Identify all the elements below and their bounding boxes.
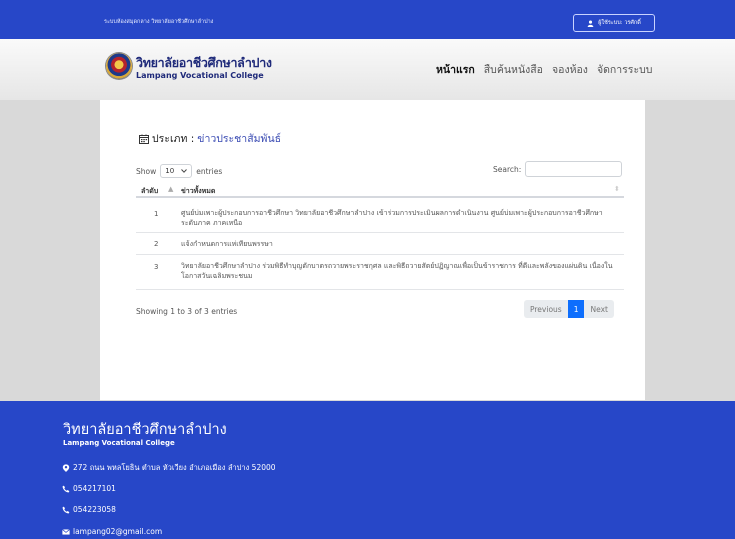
phone-icon — [62, 506, 70, 513]
row-number: 3 — [154, 263, 159, 271]
news-link[interactable]: ศูนย์บ่มเพาะผู้ประกอบการอาชีวศึกษา วิทยา… — [181, 208, 621, 228]
table-row: 1 ศูนย์บ่มเพาะผู้ประกอบการอาชีวศึกษา วิท… — [136, 204, 624, 233]
sort-icon[interactable]: ⬍ — [614, 185, 620, 193]
user-label: ผู้ใช้ระบบ: วรศักดิ์ — [598, 20, 641, 26]
show-label: Show — [136, 166, 157, 176]
row-number: 1 — [154, 210, 159, 218]
table-row: 3 วิทยาลัยอาชีวศึกษาลำปาง ร่วมพิธีทำบุญต… — [136, 255, 624, 290]
next-button[interactable]: Next — [584, 300, 614, 318]
category-label: ประเภท : — [152, 133, 195, 145]
footer-phone-2: 054223058 — [62, 505, 116, 514]
footer-email: lampang02@gmail.com — [62, 527, 162, 536]
table-info: Showing 1 to 3 of 3 entries — [136, 307, 238, 316]
news-link[interactable]: แจ้งกำหนดการแห่เทียนพรรษา — [181, 239, 621, 249]
pagination: Previous 1 Next — [524, 300, 614, 318]
envelope-icon — [62, 528, 70, 535]
row-number: 2 — [154, 240, 159, 248]
brand-name-english[interactable]: Lampang Vocational College — [136, 71, 264, 80]
page-1-button[interactable]: 1 — [567, 300, 585, 318]
news-card: ประเภท : ข่าวประชาสัมพันธ์ Show 10 entri… — [100, 100, 645, 400]
user-button[interactable]: ผู้ใช้ระบบ: วรศักดิ์ — [573, 14, 655, 32]
previous-button[interactable]: Previous — [524, 300, 568, 318]
table-row: 2 แจ้งกำหนดการแห่เทียนพรรษา — [136, 233, 624, 255]
page-title: ประเภท : ข่าวประชาสัมพันธ์ — [139, 130, 281, 147]
nav-home[interactable]: หน้าแรก — [436, 61, 475, 78]
footer-phone-1: 054217101 — [62, 484, 116, 493]
calendar-icon — [139, 134, 149, 144]
footer: วิทยาลัยอาชีวศึกษาลำปาง Lampang Vocation… — [0, 401, 735, 539]
column-header-news[interactable]: ข่าวทั้งหมด — [181, 186, 215, 197]
footer-subtitle: Lampang Vocational College — [63, 439, 175, 447]
chevron-down-icon — [181, 169, 188, 173]
search-control: Search: — [493, 161, 623, 177]
nav-book-room[interactable]: จองห้อง — [552, 61, 588, 78]
footer-title: วิทยาลัยอาชีวศึกษาลำปาง — [63, 422, 227, 438]
main-nav: หน้าแรก สืบค้นหนังสือ จองห้อง จัดการระบบ — [436, 61, 652, 78]
category-value: ข่าวประชาสัมพันธ์ — [197, 133, 282, 145]
table-header: ลำดับ ▲ ข่าวทั้งหมด ⬍ — [136, 180, 624, 198]
entries-select[interactable]: 10 — [160, 164, 193, 178]
entries-label: entries — [196, 166, 223, 176]
college-logo[interactable] — [106, 53, 132, 79]
site-name: ระบบห้องสมุดกลาง วิทยาลัยอาชีวศึกษาลำปาง — [104, 19, 214, 25]
search-label: Search: — [493, 164, 522, 174]
sort-asc-icon[interactable]: ▲ — [168, 185, 173, 193]
map-marker-icon — [62, 464, 70, 472]
phone-icon — [62, 485, 70, 492]
nav-manage-system[interactable]: จัดการระบบ — [597, 61, 652, 78]
news-link[interactable]: วิทยาลัยอาชีวศึกษาลำปาง ร่วมพิธีทำบุญตัก… — [181, 261, 621, 281]
nav-search-books[interactable]: สืบค้นหนังสือ — [484, 61, 543, 78]
user-icon — [587, 20, 594, 27]
column-header-order[interactable]: ลำดับ — [141, 186, 158, 197]
entries-control: Show 10 entries — [136, 164, 222, 178]
top-bar: ระบบห้องสมุดกลาง วิทยาลัยอาชีวศึกษาลำปาง… — [0, 0, 735, 39]
search-input[interactable] — [525, 161, 623, 177]
entries-value: 10 — [165, 167, 175, 175]
footer-address: 272 ถนน พหลโยธิน ตำบล หัวเวียง อำเภอเมือ… — [62, 462, 276, 474]
brand-name-thai[interactable]: วิทยาลัยอาชีวศึกษาลำปาง — [136, 53, 272, 73]
